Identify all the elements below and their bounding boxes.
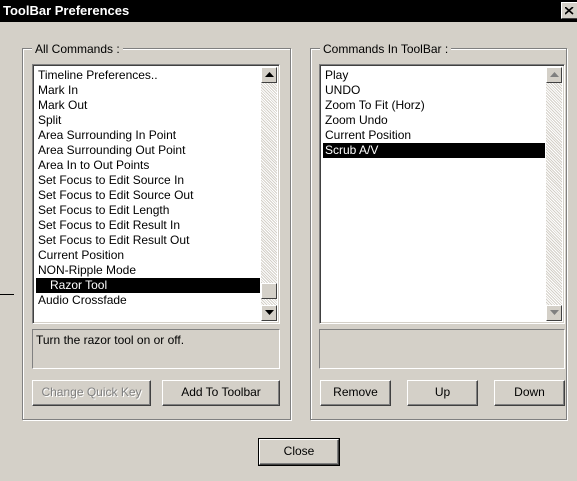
arrow-up-icon <box>550 72 559 77</box>
list-item[interactable]: UNDO <box>323 83 545 98</box>
up-button[interactable]: Up <box>407 380 478 406</box>
all-commands-scrollbar[interactable] <box>261 67 277 321</box>
window-close-button[interactable] <box>561 2 577 19</box>
list-item[interactable]: Current Position <box>36 248 260 263</box>
scroll-up-button[interactable] <box>261 67 277 83</box>
scroll-down-button[interactable] <box>546 305 562 321</box>
toolbar-commands-description <box>319 329 565 369</box>
arrow-down-icon <box>550 310 559 315</box>
list-item[interactable]: Scrub A/V <box>323 143 545 158</box>
scroll-down-button[interactable] <box>261 305 277 321</box>
list-item[interactable]: Set Focus to Edit Source Out <box>36 188 260 203</box>
remove-button[interactable]: Remove <box>320 380 391 406</box>
list-item[interactable]: Mark In <box>36 83 260 98</box>
list-item[interactable]: Timeline Preferences.. <box>36 68 260 83</box>
list-item[interactable]: Area Surrounding Out Point <box>36 143 260 158</box>
arrow-up-icon <box>265 72 274 77</box>
list-item[interactable]: Set Focus to Edit Length <box>36 203 260 218</box>
drag-indicator-line <box>0 294 14 295</box>
list-item[interactable]: Current Position <box>323 128 545 143</box>
list-item[interactable]: Area In to Out Points <box>36 158 260 173</box>
title-bar[interactable]: ToolBar Preferences <box>0 0 577 22</box>
toolbar-commands-legend: Commands In ToolBar : <box>320 42 452 56</box>
window-title: ToolBar Preferences <box>3 3 130 18</box>
list-item[interactable]: Play <box>323 68 545 83</box>
list-item[interactable]: Set Focus to Edit Result Out <box>36 233 260 248</box>
all-commands-list[interactable]: Timeline Preferences.. Mark In Mark Out Spl… <box>32 64 280 324</box>
change-quick-key-button[interactable]: Change Quick Key <box>32 380 151 406</box>
list-item[interactable]: Zoom Undo <box>323 113 545 128</box>
list-item[interactable]: Zoom To Fit (Horz) <box>323 98 545 113</box>
toolbar-commands-list[interactable]: Play UNDO Zoom To Fit (Horz) Zoom Undo Curre… <box>319 64 565 324</box>
list-item[interactable]: Set Focus to Edit Result In <box>36 218 260 233</box>
list-item[interactable]: Mark Out <box>36 98 260 113</box>
list-item[interactable]: Audio Crossfade <box>36 293 260 308</box>
list-item[interactable]: Razor Tool <box>36 278 260 293</box>
down-button[interactable]: Down <box>494 380 565 406</box>
all-commands-description: Turn the razor tool on or off. <box>32 329 280 369</box>
toolbar-commands-scrollbar[interactable] <box>546 67 562 321</box>
list-item[interactable]: Set Focus to Edit Source In <box>36 173 260 188</box>
arrow-down-icon <box>265 310 274 315</box>
list-item[interactable]: NON-Ripple Mode <box>36 263 260 278</box>
scroll-up-button[interactable] <box>546 67 562 83</box>
close-button[interactable]: Close <box>258 438 340 466</box>
all-commands-legend: All Commands : <box>32 42 123 56</box>
add-to-toolbar-button[interactable]: Add To Toolbar <box>162 380 280 406</box>
list-item[interactable]: Split <box>36 113 260 128</box>
list-item[interactable]: Area Surrounding In Point <box>36 128 260 143</box>
close-x-icon <box>565 7 574 15</box>
scroll-thumb[interactable] <box>261 283 277 299</box>
